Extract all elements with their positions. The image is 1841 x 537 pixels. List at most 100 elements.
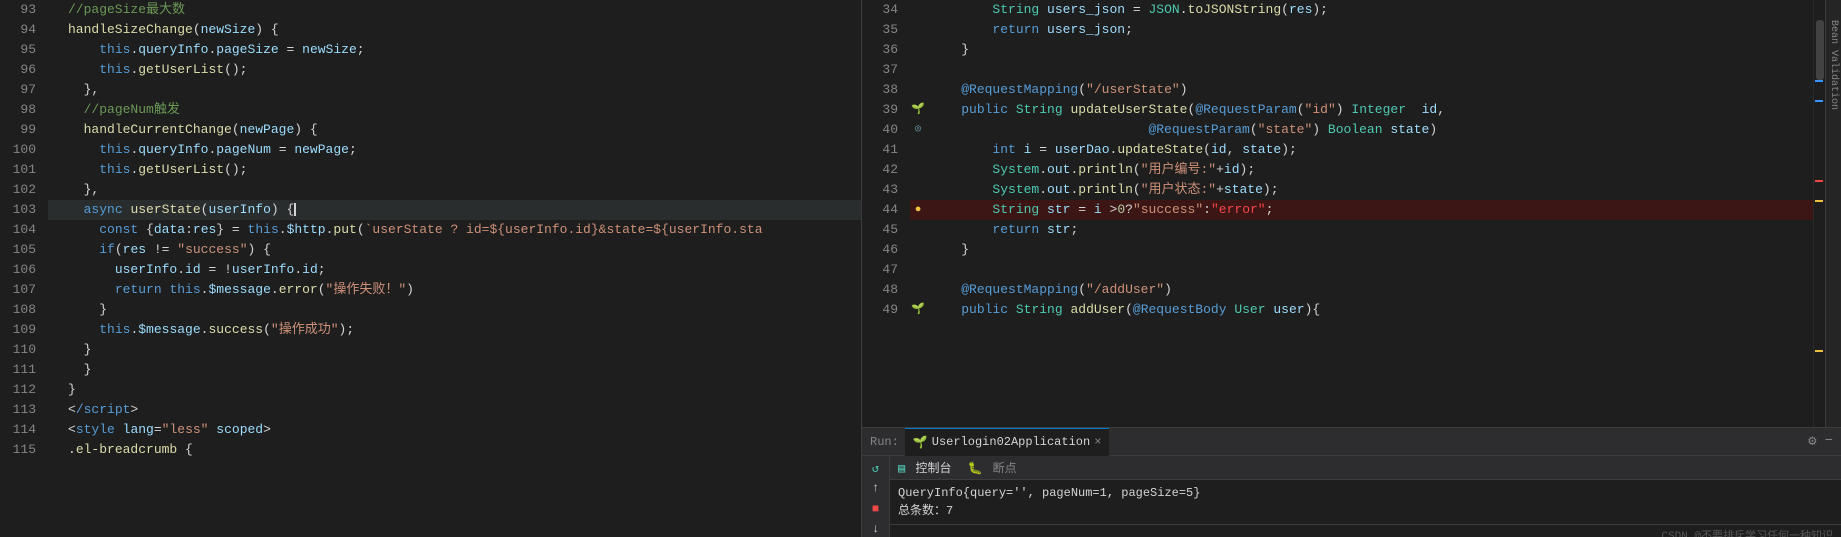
run-tab-name: Userlogin02Application <box>932 435 1090 449</box>
right-gutter-34 <box>910 0 926 20</box>
tab-breakpoints[interactable]: 🐛 断点 <box>967 459 1016 476</box>
right-gutter-44: ● <box>910 200 926 220</box>
gutter-110 <box>48 340 64 360</box>
right-code-line-46: 46 } <box>862 240 1813 260</box>
gutter-114 <box>48 420 64 440</box>
right-gutter-40: ◎ <box>910 120 926 140</box>
line-content-103: async userState(userInfo) { <box>64 200 861 220</box>
code-line-94: 94 handleSizeChange(newSize) { <box>0 20 861 40</box>
line-num-93: 93 <box>0 0 48 20</box>
right-gutter-38 <box>910 80 926 100</box>
line-num-100: 100 <box>0 140 48 160</box>
code-line-114: 114 <style lang="less" scoped> <box>0 420 861 440</box>
bottom-panel: Run: 🌱 Userlogin02Application × ⚙ − ↺ ↑ <box>862 427 1841 537</box>
right-gutter-45 <box>910 220 926 240</box>
code-line-93: 93 //pageSize最大数 <box>0 0 861 20</box>
run-tab-close[interactable]: × <box>1094 435 1101 449</box>
console-tab-bar: ▤ 控制台 🐛 断点 <box>890 456 1841 480</box>
right-code-line-47: 47 <box>862 260 1813 280</box>
scroll-up-btn[interactable]: ↑ <box>866 480 886 496</box>
line-content-115: .el-breadcrumb { <box>64 440 861 460</box>
line-num-106: 106 <box>0 260 48 280</box>
stop-btn[interactable]: ■ <box>866 501 886 517</box>
right-code-line-41: 41 int i = userDao.updateState(id, state… <box>862 140 1813 160</box>
right-line-content-49: public String addUser(@RequestBody User … <box>926 300 1813 320</box>
gutter-102 <box>48 180 64 200</box>
right-code-line-49: 49 🌱 public String addUser(@RequestBody … <box>862 300 1813 320</box>
gutter-93 <box>48 0 64 20</box>
minus-icon[interactable]: − <box>1825 433 1833 450</box>
right-line-content-44: String str = i >0?"success":"error"; <box>926 200 1813 220</box>
line-content-113: </script> <box>64 400 861 420</box>
right-code-area[interactable]: 34 String users_json = JSON.toJSONString… <box>862 0 1813 427</box>
line-content-94: handleSizeChange(newSize) { <box>64 20 861 40</box>
gutter-94 <box>48 20 64 40</box>
gutter-109 <box>48 320 64 340</box>
gutter-113 <box>48 400 64 420</box>
code-line-100: 100 this.queryInfo.pageNum = newPage; <box>0 140 861 160</box>
console-sidebar: ↺ ↑ ■ ↓ <box>862 456 890 537</box>
console-line-2: 总条数：7 <box>898 502 1833 520</box>
breakpoints-tab-label: 断点 <box>993 462 1017 476</box>
code-line-98: 98 //pageNum触发 <box>0 100 861 120</box>
line-num-111: 111 <box>0 360 48 380</box>
right-gutter-48 <box>910 280 926 300</box>
code-line-110: 110 } <box>0 340 861 360</box>
right-code-line-35: 35 return users_json; <box>862 20 1813 40</box>
right-panel: 34 String users_json = JSON.toJSONString… <box>862 0 1841 537</box>
right-line-content-45: return str; <box>926 220 1813 240</box>
right-line-num-46: 46 <box>862 240 910 260</box>
gutter-111 <box>48 360 64 380</box>
settings-icon[interactable]: ⚙ <box>1808 433 1816 450</box>
code-line-95: 95 this.queryInfo.pageSize = newSize; <box>0 40 861 60</box>
right-line-content-38: @RequestMapping("/userState") <box>926 80 1813 100</box>
right-line-num-36: 36 <box>862 40 910 60</box>
line-num-95: 95 <box>0 40 48 60</box>
right-gutter-47 <box>910 260 926 280</box>
scroll-down-btn[interactable]: ↓ <box>866 521 886 537</box>
console-line-1: QueryInfo{query='', pageNum=1, pageSize=… <box>898 484 1833 502</box>
line-num-99: 99 <box>0 120 48 140</box>
right-line-content-35: return users_json; <box>926 20 1813 40</box>
line-num-101: 101 <box>0 160 48 180</box>
console-main: ▤ 控制台 🐛 断点 QueryInfo{query='', pageNum=1… <box>890 456 1841 537</box>
right-line-content-47 <box>926 260 1813 280</box>
line-num-96: 96 <box>0 60 48 80</box>
line-num-114: 114 <box>0 420 48 440</box>
line-num-110: 110 <box>0 340 48 360</box>
code-line-97: 97 }, <box>0 80 861 100</box>
run-tab-label[interactable]: 🌱 Userlogin02Application × <box>905 428 1110 456</box>
right-line-content-39: public String updateUserState(@RequestPa… <box>926 100 1813 120</box>
code-line-111: 111 } <box>0 360 861 380</box>
right-line-content-48: @RequestMapping("/addUser") <box>926 280 1813 300</box>
right-line-content-43: System.out.println("用户状态:"+state); <box>926 180 1813 200</box>
code-line-102: 102 }, <box>0 180 861 200</box>
console-area: ↺ ↑ ■ ↓ ▤ 控制台 🐛 断点 <box>862 456 1841 537</box>
line-content-97: }, <box>64 80 861 100</box>
breakpoints-icon: 🐛 <box>967 462 982 476</box>
right-line-num-49: 49 <box>862 300 910 320</box>
code-line-112: 112 } <box>0 380 861 400</box>
right-code-line-36: 36 } <box>862 40 1813 60</box>
run-restart-btn[interactable]: ↺ <box>866 460 886 476</box>
left-code-area[interactable]: 93 //pageSize最大数 94 handleSizeChange(new… <box>0 0 861 537</box>
console-tab-label: 控制台 <box>915 462 951 476</box>
gutter-104 <box>48 220 64 240</box>
bean-validation-label: Bean Validation <box>1828 20 1839 110</box>
line-num-98: 98 <box>0 100 48 120</box>
gutter-96 <box>48 60 64 80</box>
code-line-96: 96 this.getUserList(); <box>0 60 861 80</box>
console-text-2: 总条数：7 <box>898 504 953 518</box>
run-tab-bar: Run: 🌱 Userlogin02Application × ⚙ − <box>862 428 1841 456</box>
line-content-104: const {data:res} = this.$http.put(`userS… <box>64 220 861 240</box>
right-scrollbar[interactable] <box>1813 0 1825 427</box>
right-code-line-42: 42 System.out.println("用户编号:"+id); <box>862 160 1813 180</box>
right-line-content-42: System.out.println("用户编号:"+id); <box>926 160 1813 180</box>
console-icon: ▤ <box>898 462 905 476</box>
right-gutter-37 <box>910 60 926 80</box>
code-line-109: 109 this.$message.success("操作成功"); <box>0 320 861 340</box>
right-line-num-37: 37 <box>862 60 910 80</box>
right-line-content-46: } <box>926 240 1813 260</box>
line-content-99: handleCurrentChange(newPage) { <box>64 120 861 140</box>
tab-console[interactable]: ▤ 控制台 <box>898 459 951 476</box>
